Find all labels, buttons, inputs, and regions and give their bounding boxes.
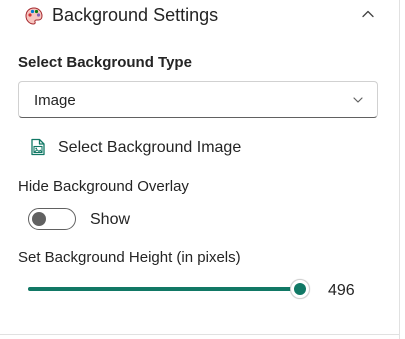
background-type-dropdown[interactable]: Image — [18, 81, 378, 118]
select-background-image-label: Select Background Image — [58, 139, 242, 156]
chevron-up-icon[interactable] — [360, 6, 376, 22]
background-height-label: Set Background Height (in pixels) — [18, 249, 241, 266]
toggle-state-label: Show — [90, 211, 131, 228]
toggle-knob — [32, 212, 46, 226]
background-type-label: Select Background Type — [18, 54, 192, 71]
slider-fill — [28, 287, 300, 291]
background-settings-panel: Background Settings Select Background Ty… — [0, 0, 399, 339]
header-title: Background Settings — [52, 5, 219, 25]
hide-overlay-toggle[interactable] — [28, 208, 76, 230]
image-icon — [31, 138, 45, 156]
panel-right-border — [399, 0, 400, 339]
slider-thumb[interactable] — [290, 279, 310, 299]
background-type-selected: Image — [34, 92, 76, 109]
background-height-value: 496 — [328, 282, 355, 299]
hide-overlay-label: Hide Background Overlay — [18, 178, 189, 195]
bottom-divider — [0, 334, 399, 335]
background-height-slider[interactable] — [28, 278, 313, 300]
background-settings-header[interactable]: Background Settings — [0, 0, 399, 32]
chevron-down-icon — [353, 97, 363, 103]
palette-icon — [25, 7, 43, 25]
